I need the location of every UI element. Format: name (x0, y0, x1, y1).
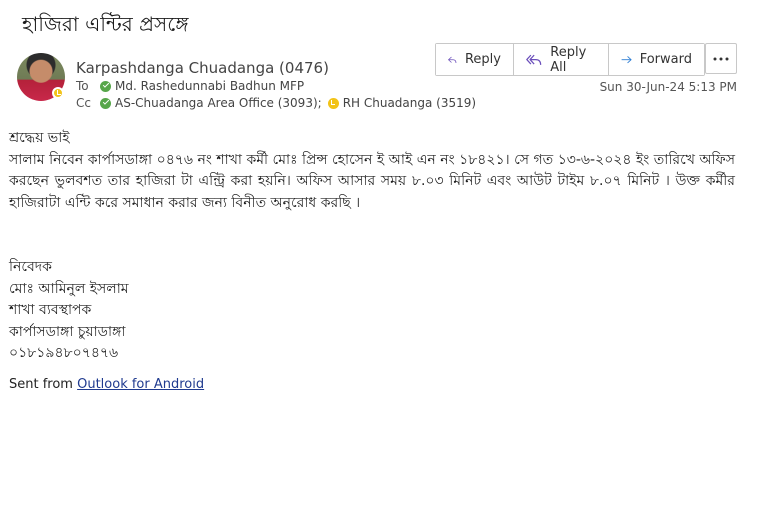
forward-icon (621, 55, 632, 63)
sent-date: Sun 30-Jun-24 5:13 PM (599, 80, 737, 94)
signature-phone: ০১৮১৯৪৮০৭৪৭৬ (9, 345, 119, 361)
sender-name[interactable]: Karpashdanga Chuadanga (0476) (76, 59, 329, 77)
closing: নিবেদক (9, 259, 52, 275)
body-paragraph: সালাম নিবেন কার্পাসডাঙ্গা ০৪৭৬ নং শাখা ক… (9, 151, 735, 211)
reply-all-icon (526, 54, 542, 65)
reply-actions: Reply Reply All Forward (435, 43, 705, 76)
forward-button[interactable]: Forward (608, 44, 704, 75)
reply-all-button[interactable]: Reply All (513, 44, 608, 75)
cc-recipient[interactable]: AS-Chuadanga Area Office (3093); (115, 96, 322, 110)
cc-label: Cc (76, 96, 91, 110)
to-row: To Md. Rashedunnabi Badhun MFP (76, 79, 310, 93)
forward-label: Forward (639, 52, 692, 67)
cc-recipient[interactable]: RH Chuadanga (3519) (343, 96, 476, 110)
email-body: শ্রদ্ধেয় ভাই সালাম নিবেন কার্পাসডাঙ্গা … (9, 128, 735, 365)
presence-away-icon (52, 87, 64, 99)
sent-from-footer: Sent from Outlook for Android (9, 377, 204, 392)
greeting: শ্রদ্ধেয় ভাই (9, 130, 70, 146)
to-label: To (76, 79, 89, 93)
cc-row: Cc AS-Chuadanga Area Office (3093); RH C… (76, 96, 482, 110)
signature-name: মোঃ আমিনুল ইসলাম (9, 280, 129, 297)
more-actions-button[interactable] (705, 43, 737, 74)
ellipsis-icon (713, 57, 729, 60)
outlook-android-link[interactable]: Outlook for Android (77, 377, 204, 392)
presence-available-icon (100, 80, 111, 92)
email-subject: হাজিরা এন্টির প্রসঙ্গে (22, 12, 189, 36)
presence-available-icon (100, 97, 111, 109)
signature-branch: কার্পাসডাঙ্গা চুয়াডাঙ্গা (9, 323, 126, 340)
reply-icon (448, 56, 457, 63)
presence-away-icon (327, 97, 339, 109)
signature-title: শাখা ব্যবস্থাপক (9, 302, 92, 318)
reply-all-label: Reply All (550, 44, 587, 75)
sent-from-text: Sent from (9, 377, 78, 392)
reply-label: Reply (464, 52, 501, 67)
reply-button[interactable]: Reply (436, 44, 513, 75)
to-recipient[interactable]: Md. Rashedunnabi Badhun MFP (115, 79, 304, 93)
